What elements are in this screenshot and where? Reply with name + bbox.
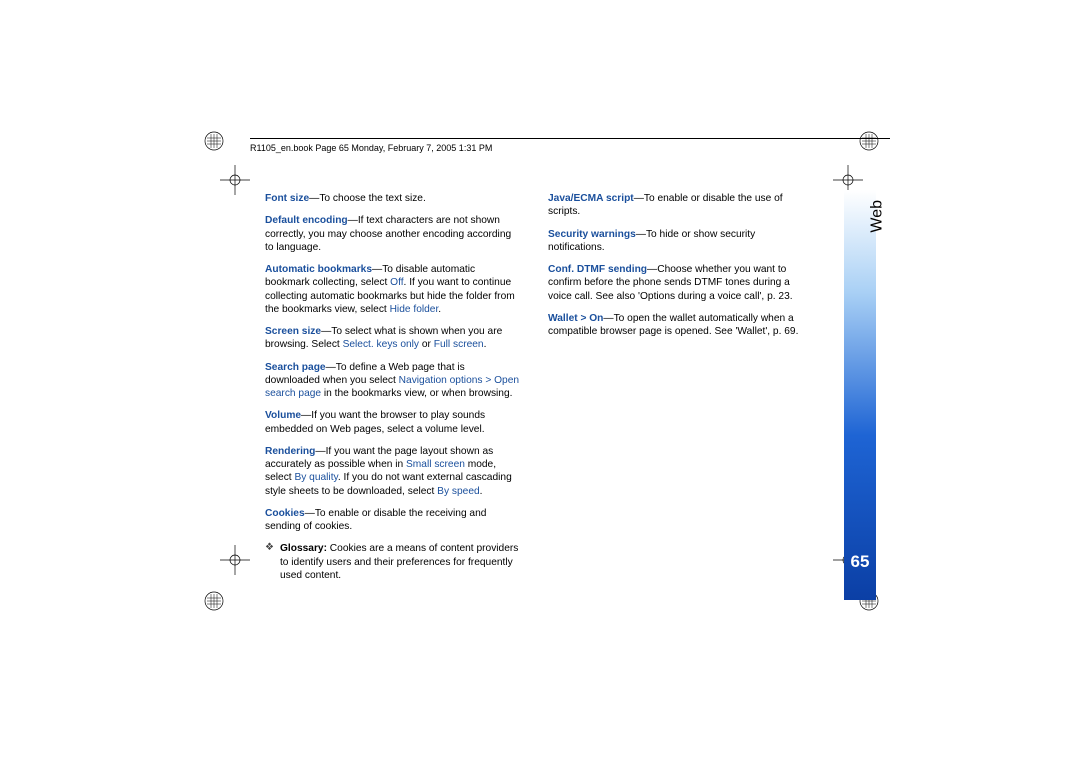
- setting-screen-size: Screen size—To select what is shown when…: [265, 325, 522, 352]
- setting-keyword: Java/ECMA script: [548, 193, 634, 204]
- setting-text: .: [484, 339, 487, 350]
- header-text: R1105_en.book Page 65 Monday, February 7…: [250, 143, 492, 153]
- setting-default-encoding: Default encoding—If text characters are …: [265, 214, 522, 254]
- crop-mark-icon: [203, 590, 225, 612]
- option-hide-folder: Hide folder: [390, 304, 439, 315]
- setting-text: —To choose the text size.: [309, 193, 426, 204]
- setting-keyword: Default encoding: [265, 215, 348, 226]
- crop-mark-icon: [858, 130, 880, 152]
- text-or: or: [419, 339, 434, 350]
- side-tab: [844, 190, 876, 600]
- left-column: Font size—To choose the text size. Defau…: [265, 192, 522, 591]
- glossary-label: Glossary:: [280, 543, 327, 554]
- glossary-block: ❖ Glossary: Cookies are a means of conte…: [265, 542, 522, 582]
- setting-keyword: Cookies: [265, 508, 305, 519]
- option-select-keys-only: Select. keys only: [343, 339, 419, 350]
- setting-keyword: Volume: [265, 410, 301, 421]
- registration-mark-icon: [220, 165, 250, 195]
- setting-keyword: Wallet > On: [548, 313, 603, 324]
- setting-wallet-on: Wallet > On—To open the wallet automatic…: [548, 312, 805, 339]
- setting-keyword: Security warnings: [548, 229, 636, 240]
- right-column: Java/ECMA script—To enable or disable th…: [548, 192, 805, 591]
- setting-keyword: Rendering: [265, 446, 315, 457]
- option-by-speed: By speed: [437, 486, 479, 497]
- setting-cookies: Cookies—To enable or disable the receivi…: [265, 507, 522, 534]
- setting-keyword: Screen size: [265, 326, 321, 337]
- setting-search-page: Search page—To define a Web page that is…: [265, 361, 522, 401]
- page-number: 65: [846, 552, 874, 572]
- crop-mark-icon: [203, 130, 225, 152]
- setting-keyword: Font size: [265, 193, 309, 204]
- setting-keyword: Conf. DTMF sending: [548, 264, 647, 275]
- setting-security-warnings: Security warnings—To hide or show securi…: [548, 228, 805, 255]
- setting-auto-bookmarks: Automatic bookmarks—To disable automatic…: [265, 263, 522, 316]
- setting-font-size: Font size—To choose the text size.: [265, 192, 522, 205]
- header-rule: [250, 138, 890, 139]
- setting-volume: Volume—If you want the browser to play s…: [265, 409, 522, 436]
- option-off: Off: [390, 277, 403, 288]
- option-by-quality: By quality: [294, 472, 337, 483]
- option-small-screen: Small screen: [406, 459, 465, 470]
- setting-keyword: Search page: [265, 362, 326, 373]
- setting-keyword: Automatic bookmarks: [265, 264, 372, 275]
- setting-text: .: [480, 486, 483, 497]
- setting-rendering: Rendering—If you want the page layout sh…: [265, 445, 522, 498]
- page-body: Font size—To choose the text size. Defau…: [265, 192, 805, 591]
- section-label: Web: [869, 200, 887, 233]
- setting-text: in the bookmarks view, or when browsing.: [321, 388, 512, 399]
- setting-java-ecma: Java/ECMA script—To enable or disable th…: [548, 192, 805, 219]
- setting-text: .: [438, 304, 441, 315]
- registration-mark-icon: [220, 545, 250, 575]
- glossary-icon: ❖: [265, 543, 274, 553]
- option-full-screen: Full screen: [434, 339, 484, 350]
- setting-conf-dtmf: Conf. DTMF sending—Choose whether you wa…: [548, 263, 805, 303]
